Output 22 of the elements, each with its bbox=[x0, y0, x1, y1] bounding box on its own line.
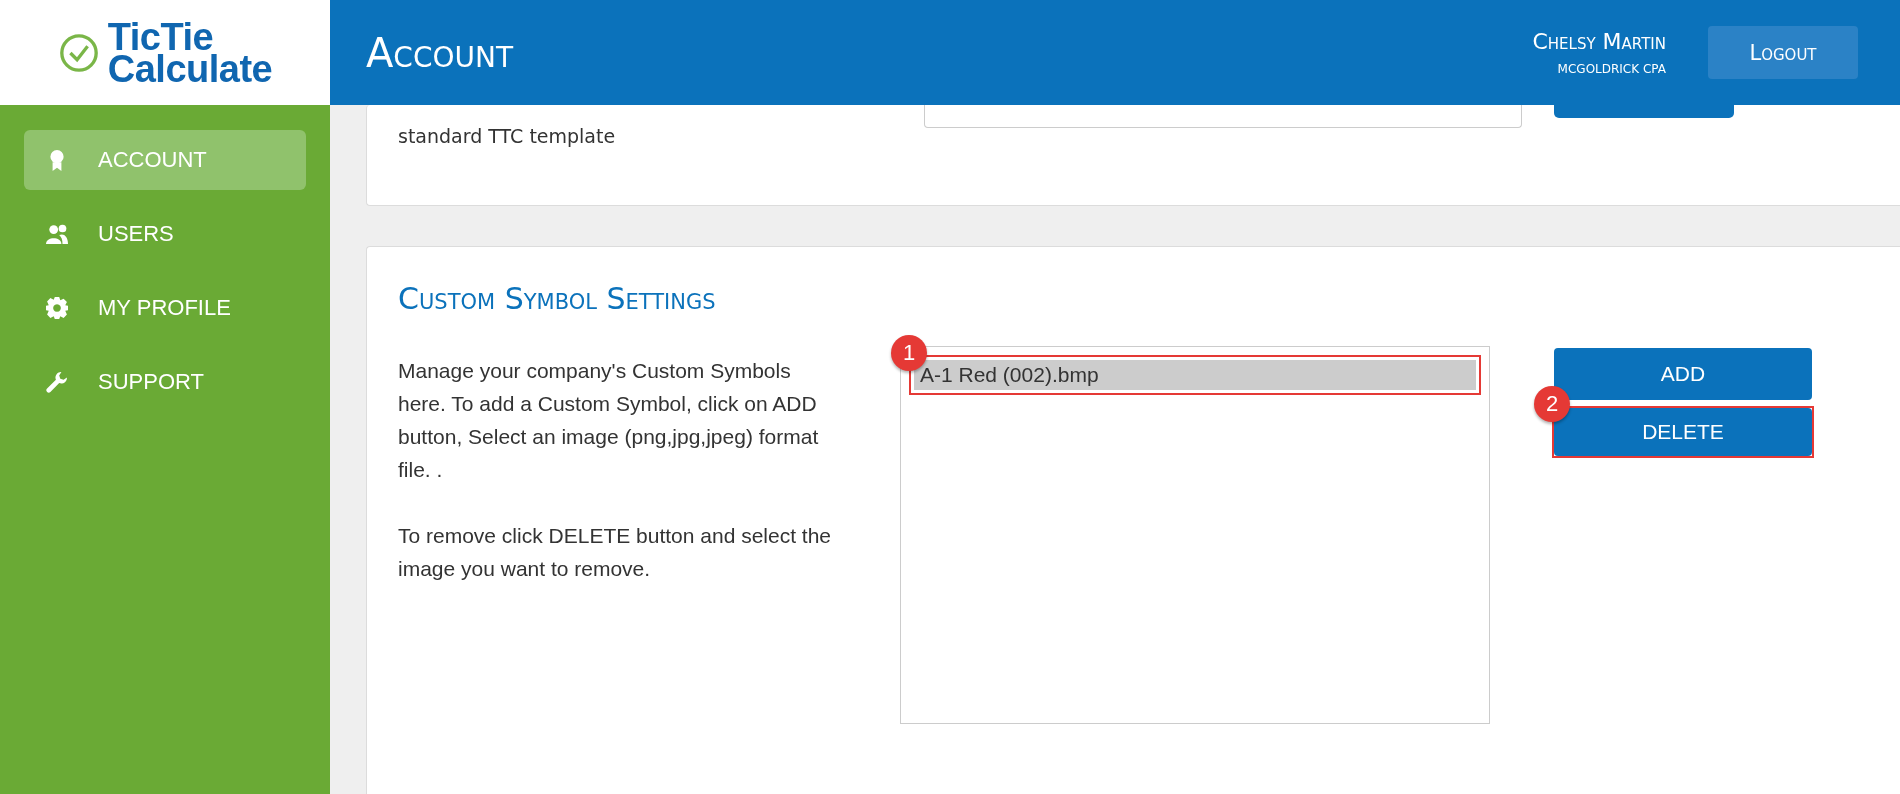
logout-button[interactable]: Logout bbox=[1708, 26, 1858, 79]
partial-button[interactable] bbox=[1554, 105, 1734, 118]
company-name: MCGOLDRICK CPA bbox=[1557, 62, 1666, 76]
gear-icon bbox=[46, 297, 68, 319]
step-badge: 2 bbox=[1534, 386, 1570, 422]
users-icon bbox=[46, 223, 68, 245]
clock-check-icon bbox=[57, 31, 100, 74]
input-field[interactable] bbox=[924, 105, 1522, 128]
list-item[interactable]: A-1 Red (002).bmp bbox=[914, 360, 1476, 390]
sidebar-item[interactable]: SUPPORT bbox=[24, 352, 306, 412]
description-text: Manage your company's Custom Symbols here. To add a Custom Symbol, click on ADD button, Select an image (png,jpg,jpeg) format file. . bbox=[398, 358, 820, 483]
page-title: Account bbox=[366, 29, 515, 76]
description-text: To remove click DELETE button and select the image you want to remove. bbox=[398, 523, 833, 582]
logo-text: Calculate bbox=[107, 52, 273, 85]
user-name: Chelsy Martin bbox=[1532, 29, 1666, 54]
description-text: standard TTC template bbox=[398, 125, 617, 147]
section-title: Custom Symbol Settings bbox=[398, 281, 717, 316]
sidebar-item[interactable]: ACCOUNT bbox=[24, 130, 306, 190]
sidebar-item[interactable]: MY PROFILE bbox=[24, 278, 306, 338]
logo-text: TicTie bbox=[107, 20, 214, 53]
sidebar-item[interactable]: USERS bbox=[24, 204, 306, 264]
wrench-icon bbox=[46, 371, 68, 393]
